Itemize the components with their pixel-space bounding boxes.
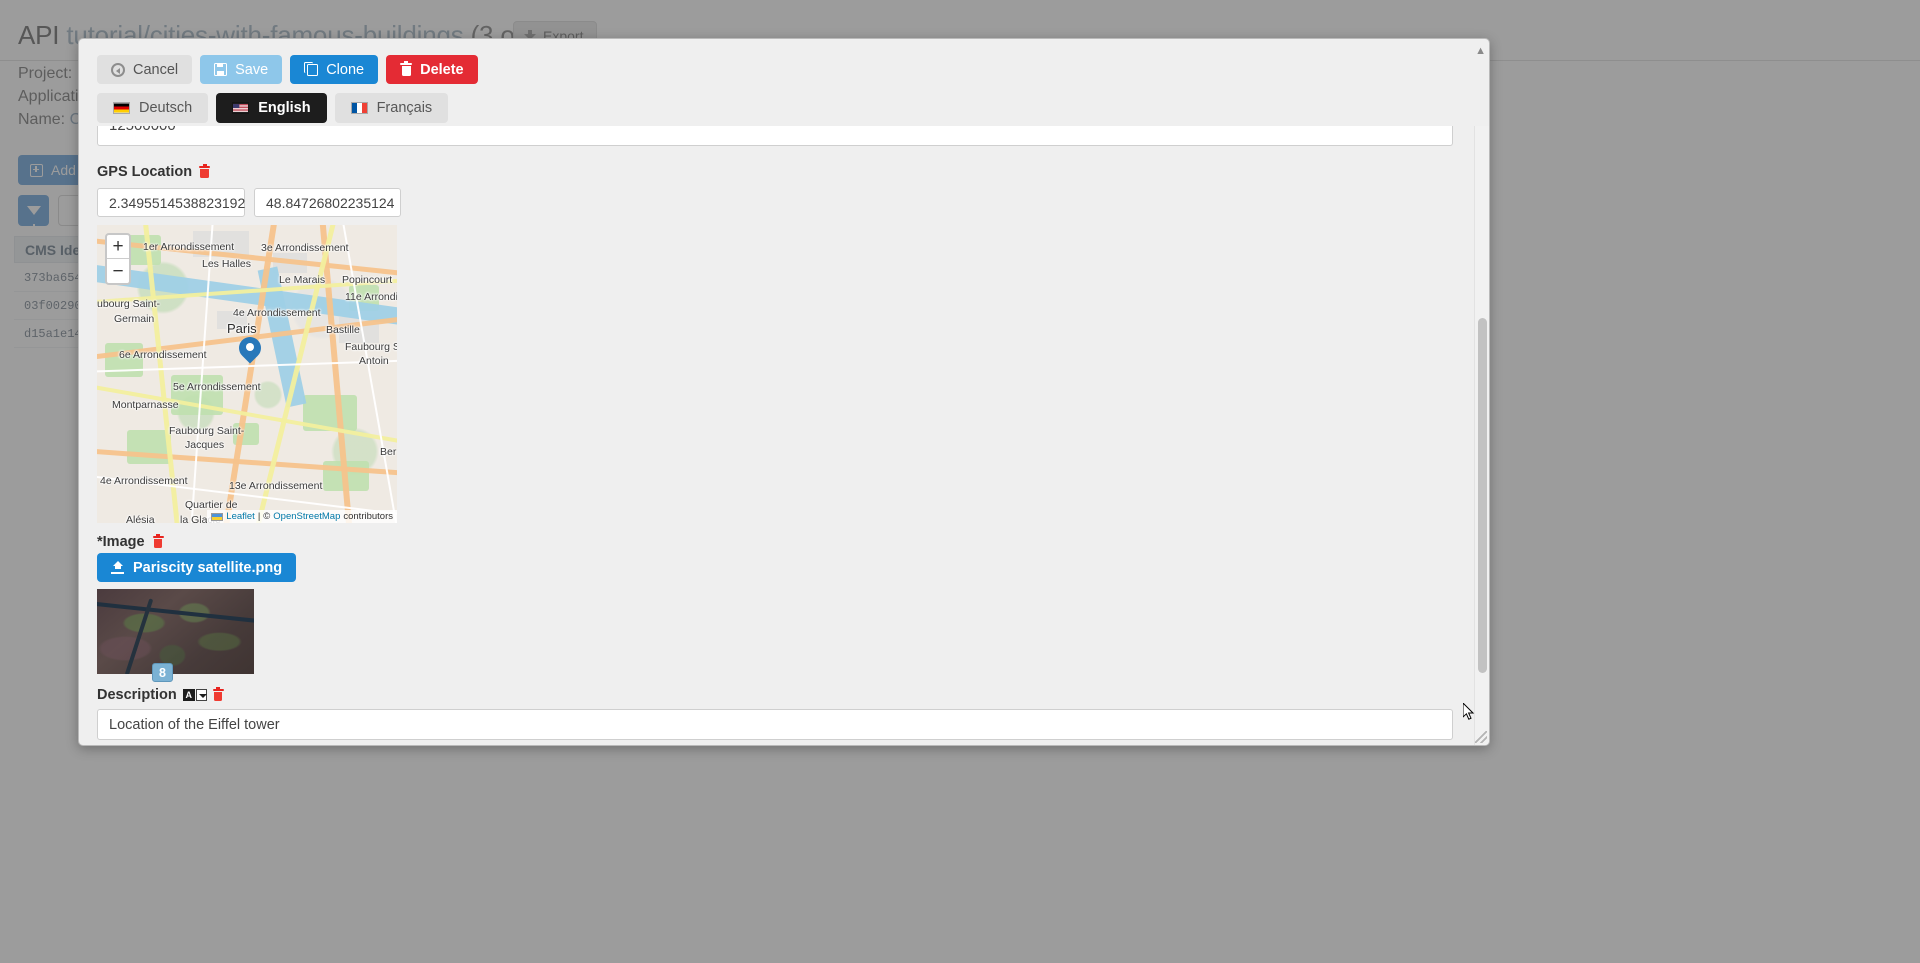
trash-icon[interactable] <box>212 686 224 702</box>
map-label: Faubourg S <box>345 341 397 353</box>
modal-resize-handle[interactable] <box>1475 731 1487 743</box>
map-label: 4e Arrondissement <box>233 307 321 319</box>
mouse-cursor <box>1463 703 1475 720</box>
scroll-up-indicator: ▲ <box>1475 45 1486 57</box>
trash-icon <box>400 60 413 76</box>
map-label: Alésia <box>126 514 155 523</box>
openstreetmap-link[interactable]: OpenStreetMap <box>273 511 340 522</box>
image-upload-button[interactable]: Pariscity satellite.png <box>97 553 297 582</box>
map-zoom-out-button[interactable]: − <box>107 259 129 283</box>
map-label: Popincourt <box>342 274 393 286</box>
gps-latitude-value: 48.84726802235124 <box>266 194 395 211</box>
map-label: Bastille <box>326 324 360 336</box>
population-field-value: 12500000 <box>109 126 176 134</box>
map-label: 5e Arrondissement <box>173 381 261 393</box>
map-label: Faubourg Saint- <box>169 425 245 437</box>
tab-language-francais-label: Français <box>376 100 433 116</box>
attribution-copyright: © <box>263 511 271 522</box>
modal-toolbar: Cancel Save Clone Delete Deutsch English… <box>79 39 1489 132</box>
attribution-separator: | <box>257 511 261 522</box>
flag-france-icon <box>350 102 368 114</box>
tab-language-deutsch-label: Deutsch <box>139 100 193 116</box>
upload-icon <box>111 561 124 574</box>
map-label: Paris <box>227 321 257 336</box>
map-label: Ber <box>380 446 397 458</box>
gps-longitude-value: 2.3495514538823192 <box>109 194 246 211</box>
map-label: Germain <box>114 313 155 325</box>
save-button[interactable]: Save <box>200 55 283 84</box>
description-field-label-text: Description <box>97 687 177 703</box>
action-button-row: Cancel Save Clone Delete <box>97 55 1489 84</box>
tab-language-english-label: English <box>258 100 311 116</box>
image-filename-label: Pariscity satellite.png <box>133 559 283 576</box>
modal-scrollbar-track[interactable] <box>1474 126 1489 745</box>
satellite-image <box>97 589 254 674</box>
image-count-badge: 8 <box>152 663 173 682</box>
language-tab-row: Deutsch English Français <box>97 93 1489 123</box>
trash-icon[interactable] <box>199 163 211 179</box>
image-thumbnail[interactable] <box>97 589 254 674</box>
tab-language-francais[interactable]: Français <box>334 93 449 123</box>
map-label: 11e Arrondi <box>345 291 397 303</box>
population-field[interactable]: 12500000 <box>97 126 1453 146</box>
gps-latitude-input[interactable]: 48.84726802235124 <box>254 188 401 217</box>
map-label: 6e Arrondissement <box>119 349 207 361</box>
flag-usa-icon <box>232 102 250 114</box>
delete-button[interactable]: Delete <box>386 55 478 84</box>
floppy-disk-icon <box>214 63 228 76</box>
edit-record-modal: Cancel Save Clone Delete Deutsch English… <box>78 38 1490 746</box>
image-field-label: *Image <box>97 533 164 550</box>
description-field-label: Description A <box>97 686 224 703</box>
map-marker-pin[interactable] <box>234 332 266 368</box>
map-label: 4e Arrondissement <box>100 475 188 487</box>
tab-language-english[interactable]: English <box>216 93 327 123</box>
trash-icon[interactable] <box>152 533 164 549</box>
description-input[interactable]: Location of the Eiffel tower <box>97 709 1453 740</box>
map-label: Antoin <box>359 355 389 367</box>
back-arrow-icon <box>111 62 125 77</box>
translate-icon[interactable]: A <box>182 689 207 701</box>
leaflet-map[interactable]: + − 1er Arrondissement 3e Arrondissement L… <box>97 225 397 523</box>
gps-location-label: GPS Location <box>97 163 211 180</box>
leaflet-link[interactable]: Leaflet <box>226 511 255 522</box>
clone-button-label: Clone <box>326 61 365 78</box>
leaflet-flag-icon <box>211 512 224 521</box>
tab-language-deutsch[interactable]: Deutsch <box>97 93 209 123</box>
map-label: ubourg Saint- <box>97 298 161 310</box>
map-zoom-in-button[interactable]: + <box>107 235 129 259</box>
map-label: Les Halles <box>202 258 252 270</box>
save-button-label: Save <box>235 61 269 78</box>
modal-form-body: 12500000 GPS Location 2.3495514538823192… <box>79 126 1489 745</box>
flag-germany-icon <box>113 102 130 114</box>
modal-scrollbar-thumb[interactable] <box>1478 318 1487 673</box>
translate-icon-letter: A <box>182 689 195 701</box>
delete-button-label: Delete <box>420 61 464 78</box>
cancel-button-label: Cancel <box>133 61 179 78</box>
map-label: Montparnasse <box>112 399 179 411</box>
map-label: Le Marais <box>279 274 326 286</box>
map-label: 3e Arrondissement <box>261 242 349 254</box>
map-label: 13e Arrondissement <box>229 480 323 492</box>
copy-icon <box>303 62 319 76</box>
cancel-button[interactable]: Cancel <box>97 55 193 84</box>
gps-location-label-text: GPS Location <box>97 164 193 180</box>
map-attribution: Leaflet | © OpenStreetMap contributors <box>207 510 397 523</box>
gps-longitude-input[interactable]: 2.3495514538823192 <box>97 188 245 217</box>
image-field-label-text: *Image <box>97 534 145 550</box>
map-zoom-controls: + − <box>105 233 131 285</box>
description-input-value: Location of the Eiffel tower <box>109 716 280 733</box>
map-label: Jacques <box>185 439 225 451</box>
clone-button[interactable]: Clone <box>290 55 379 84</box>
map-label: 1er Arrondissement <box>143 241 235 253</box>
attribution-contributors: contributors <box>343 511 393 522</box>
